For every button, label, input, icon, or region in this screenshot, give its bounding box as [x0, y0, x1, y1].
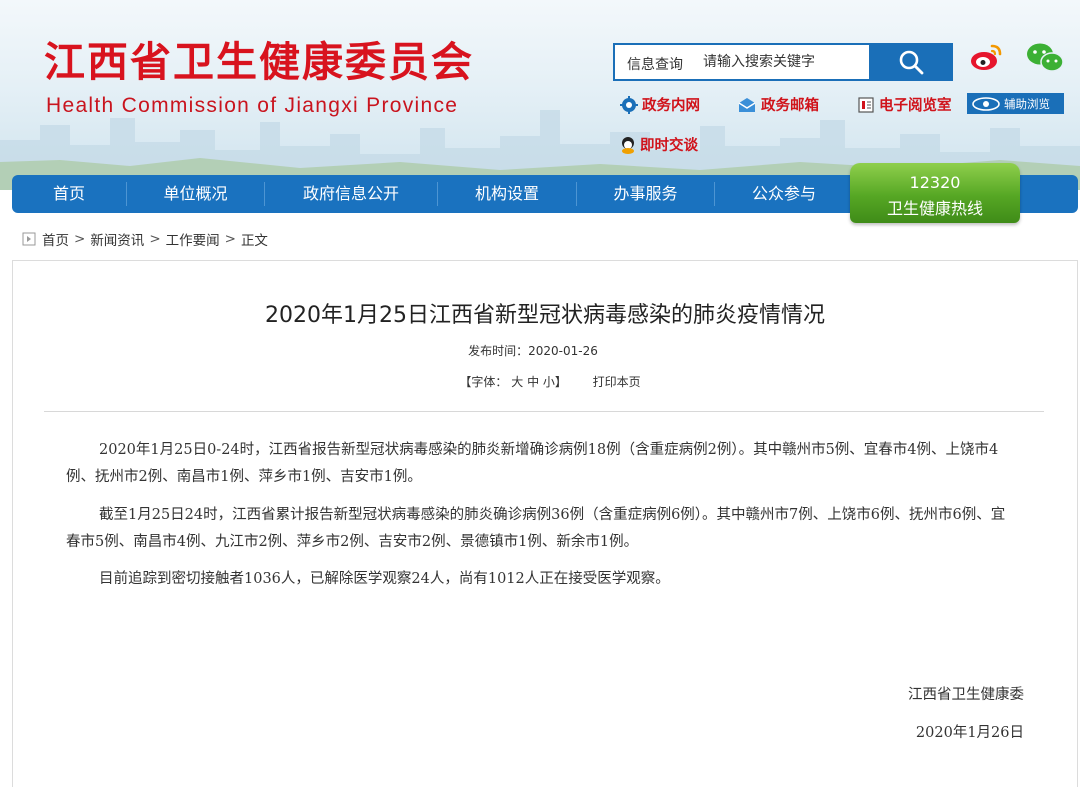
print-button[interactable]: 打印本页	[593, 375, 641, 389]
location-icon	[22, 232, 36, 246]
nav-item-participation[interactable]: 公众参与	[715, 175, 853, 213]
weibo-icon[interactable]	[966, 40, 1006, 76]
breadcrumb-separator: >	[74, 231, 86, 247]
publish-date: 2020-01-26	[528, 344, 598, 358]
article-paragraph: 2020年1月25日0-24时，江西省报告新型冠状病毒感染的肺炎新增确诊病例18…	[66, 442, 999, 485]
gear-globe-icon	[620, 95, 638, 114]
breadcrumb-separator: >	[224, 231, 236, 247]
eye-icon	[972, 96, 1000, 111]
quick-link-label: 即时交谈	[640, 138, 698, 154]
nav-item-services[interactable]: 办事服务	[577, 175, 714, 213]
assist-browse-button[interactable]: 辅助浏览	[967, 93, 1064, 114]
wechat-icon[interactable]	[1025, 40, 1065, 76]
nav-item-gov-info[interactable]: 政府信息公开	[265, 175, 437, 213]
breadcrumb-work-news[interactable]: 工作要闻	[166, 229, 220, 249]
nav-item-agencies[interactable]: 机构设置	[438, 175, 576, 213]
article-paragraph: 截至1月25日24时，江西省累计报告新型冠状病毒感染的肺炎确诊病例36例（含重症…	[66, 507, 1006, 550]
breadcrumb-current: 正文	[240, 233, 268, 249]
site-subtitle: Health Commission of Jiangxi Province	[46, 94, 459, 117]
site-title: 江西省卫生健康委员会	[44, 38, 474, 86]
chat-person-icon	[622, 136, 634, 154]
breadcrumb-news[interactable]: 新闻资讯	[90, 229, 144, 249]
publish-date-label: 发布时间：	[468, 344, 529, 358]
quick-link-intranet[interactable]: 政务内网	[620, 94, 700, 115]
signature: 江西省卫生健康委	[908, 687, 1024, 703]
article-title: 2020年1月25日江西省新型冠状病毒感染的肺炎疫情情况	[265, 303, 825, 328]
breadcrumb-home[interactable]: 首页	[42, 229, 69, 249]
font-size-label: 【字体：	[459, 375, 508, 389]
hotline-number: 12320	[909, 173, 961, 192]
breadcrumb-separator: >	[149, 231, 161, 247]
mail-icon	[738, 97, 756, 112]
search-box: 信息查询	[613, 43, 953, 81]
assist-label: 辅助浏览	[1004, 96, 1050, 111]
nav-item-home[interactable]: 首页	[12, 175, 126, 213]
site-header: 江西省卫生健康委员会 Health Commission of Jiangxi …	[0, 0, 1080, 190]
breadcrumb: 首页 > 新闻资讯 > 工作要闻 > 正文	[22, 229, 268, 249]
search-label: 信息查询	[627, 57, 683, 73]
title-divider	[44, 411, 1044, 412]
font-size-small-button[interactable]: 小】	[543, 375, 567, 389]
quick-link-label: 政务邮箱	[761, 98, 819, 114]
quick-link-chat[interactable]: 即时交谈	[620, 134, 698, 155]
signature-date: 2020年1月26日	[915, 725, 1024, 741]
article-tools: 【字体： 大 中 小】 打印本页	[0, 373, 1080, 390]
quick-link-label: 电子阅览室	[879, 98, 952, 114]
font-size-large-button[interactable]: 大	[511, 375, 523, 389]
hotline-label: 卫生健康热线	[886, 199, 983, 218]
quick-link-mail[interactable]: 政务邮箱	[737, 94, 819, 115]
hotline-button[interactable]: 12320 卫生健康热线	[850, 163, 1020, 223]
search-icon	[899, 50, 924, 75]
quick-link-label: 政务内网	[642, 98, 700, 114]
nav-item-overview[interactable]: 单位概况	[127, 175, 264, 213]
publish-info: 发布时间：2020-01-26	[0, 342, 1066, 359]
search-input[interactable]	[703, 45, 869, 79]
article-paragraph: 目前追踪到密切接触者1036人，已解除医学观察24人，尚有1012人正在接受医学…	[99, 571, 670, 587]
quick-link-reading-room[interactable]: 电子阅览室	[857, 94, 952, 115]
font-size-medium-button[interactable]: 中	[527, 375, 539, 389]
search-button[interactable]	[869, 43, 953, 81]
book-icon	[858, 96, 874, 113]
